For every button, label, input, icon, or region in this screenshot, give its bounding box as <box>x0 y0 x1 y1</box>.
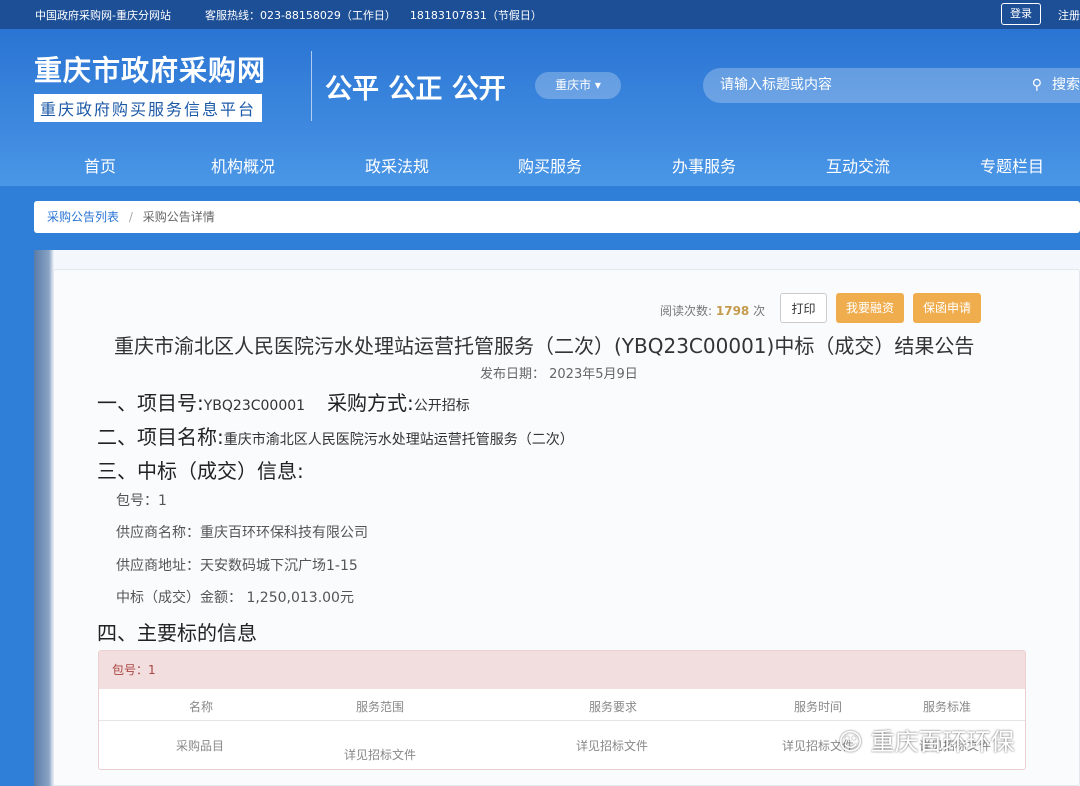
cell: 采购品目 <box>176 737 224 754</box>
method: 公开招标 <box>414 398 470 414</box>
th-name: 名称 <box>189 698 213 715</box>
wechat-icon: ☺ <box>838 728 871 756</box>
watermark-text: 重庆百环环保 <box>871 728 1015 756</box>
section-project-no: 一、项目号:YBQ23C00001 采购方式:公开招标 <box>97 387 470 416</box>
nav-topics[interactable]: 专题栏目 <box>980 153 1044 177</box>
nav-regulations[interactable]: 政采法规 <box>365 153 429 177</box>
award-amount: 中标（成交）金额： 1,250,013.00元 <box>116 587 354 607</box>
supplier-address: 供应商地址：天安数码城下沉广场1-15 <box>116 555 358 575</box>
th-requirement: 服务要求 <box>589 698 637 715</box>
section-winner: 三、中标（成交）信息: <box>97 455 304 484</box>
reads-label: 阅读次数: <box>660 304 712 318</box>
hotline: 客服热线：023-88158029（工作日） <box>205 7 396 23</box>
caret-down-icon: ▾ <box>595 78 601 92</box>
notice-title: 重庆市渝北区人民医院污水处理站运营托管服务（二次）(YBQ23C00001)中标… <box>114 330 974 359</box>
city-select[interactable]: 重庆市 ▾ <box>535 72 621 99</box>
search-button[interactable]: ⚲ 搜索 <box>1032 68 1080 103</box>
search-icon: ⚲ <box>1032 77 1042 93</box>
supplier-name: 供应商名称：重庆百环环保科技有限公司 <box>116 522 368 542</box>
label: 采购方式: <box>327 391 414 415</box>
reads-value: 1798 <box>716 304 749 318</box>
th-scope: 服务范围 <box>356 698 404 715</box>
cell: 详见招标文件 <box>576 737 648 754</box>
th-time: 服务时间 <box>794 698 842 715</box>
publish-date: 发布日期： 2023年5月9日 <box>480 363 638 382</box>
breadcrumb-list[interactable]: 采购公告列表 <box>47 210 119 224</box>
divider <box>311 51 312 121</box>
header: 重庆市政府采购网 重庆政府购买服务信息平台 公平 公正 公开 重庆市 ▾ 请输入… <box>0 29 1080 186</box>
label: 一、项目号: <box>97 391 204 415</box>
search-input[interactable]: 请输入标题或内容 ⚲ 搜索 <box>703 68 1080 103</box>
search-label: 搜索 <box>1052 77 1080 93</box>
city-label: 重庆市 <box>555 78 591 92</box>
section-project-name: 二、项目名称:重庆市渝北区人民医院污水处理站运营托管服务（二次） <box>97 421 574 450</box>
top-bar: 中国政府采购网-重庆分网站 客服热线：023-88158029（工作日） 181… <box>0 0 1080 29</box>
reads-unit: 次 <box>753 304 765 318</box>
print-button[interactable]: 打印 <box>780 293 827 323</box>
guarantee-button[interactable]: 保函申请 <box>913 293 981 323</box>
nav-about[interactable]: 机构概况 <box>211 153 275 177</box>
cell: 详见招标文件 <box>344 746 416 763</box>
breadcrumb: 采购公告列表 / 采购公告详情 <box>34 201 1080 233</box>
table-header: 名称 服务范围 服务要求 服务时间 服务标准 <box>99 689 1025 721</box>
nav-home[interactable]: 首页 <box>84 153 116 177</box>
section-main-items: 四、主要标的信息 <box>97 617 257 646</box>
package-no: 包号：1 <box>116 490 167 510</box>
breadcrumb-current: 采购公告详情 <box>143 210 215 224</box>
register-link[interactable]: 注册 <box>1058 7 1080 23</box>
holiday-hotline: 18183107831（节假日） <box>410 7 542 23</box>
nav-interaction[interactable]: 互动交流 <box>826 153 890 177</box>
logo-subtitle: 重庆政府购买服务信息平台 <box>34 94 262 122</box>
read-count: 阅读次数: 1798 次 <box>660 302 765 319</box>
watermark: ☺ 重庆百环环保 <box>838 722 1015 757</box>
breadcrumb-sep: / <box>129 210 133 224</box>
logo-title[interactable]: 重庆市政府采购网 <box>34 49 266 89</box>
th-standard: 服务标准 <box>923 698 971 715</box>
slogan: 公平 公正 公开 <box>325 67 506 106</box>
login-button[interactable]: 登录 <box>1001 3 1041 25</box>
nav-purchase[interactable]: 购买服务 <box>518 153 582 177</box>
site-name: 中国政府采购网-重庆分网站 <box>35 7 171 23</box>
project-no: YBQ23C00001 <box>204 398 305 414</box>
nav-services[interactable]: 办事服务 <box>672 153 736 177</box>
table-package: 包号：1 <box>99 651 1025 689</box>
finance-button[interactable]: 我要融资 <box>836 293 904 323</box>
label: 二、项目名称: <box>97 425 224 449</box>
search-placeholder: 请输入标题或内容 <box>720 77 832 93</box>
project-name: 重庆市渝北区人民医院污水处理站运营托管服务（二次） <box>224 432 574 448</box>
